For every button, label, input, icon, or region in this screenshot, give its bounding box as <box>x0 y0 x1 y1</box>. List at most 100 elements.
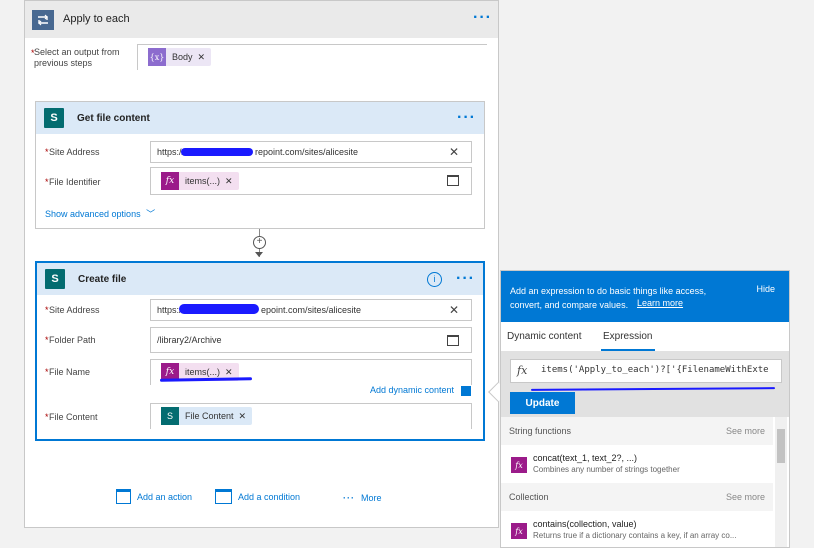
site-address-value-suffix: epoint.com/sites/alicesite <box>261 305 362 315</box>
tab-expression-underline <box>601 349 655 351</box>
create-file-header[interactable]: S Create file i ··· <box>37 263 483 295</box>
update-button[interactable]: Update <box>510 392 575 414</box>
function-name: contains(collection, value) <box>533 519 637 529</box>
learn-more-link[interactable]: Learn more <box>637 298 684 308</box>
file-identifier-label: File Identifier <box>49 177 101 187</box>
more-options-icon[interactable]: ··· <box>473 9 492 27</box>
add-dynamic-content-label: Add dynamic content <box>370 385 455 395</box>
file-content-token[interactable]: S File Content ✕ <box>161 407 253 425</box>
sharepoint-icon: S <box>44 108 64 128</box>
required-mark: * <box>45 177 49 187</box>
redaction-scribble <box>179 304 259 314</box>
body-token[interactable]: {x} Body ✕ <box>148 48 212 66</box>
insert-step-button[interactable]: + <box>253 236 266 249</box>
clear-icon[interactable]: ✕ <box>449 303 459 317</box>
more-dots-icon: ··· <box>343 493 355 503</box>
sharepoint-icon: S <box>45 269 65 289</box>
show-advanced-options-link[interactable]: Show advanced options ﹀ <box>45 207 155 220</box>
remove-token-icon[interactable]: ✕ <box>239 411 247 422</box>
site-address-input[interactable]: https:// epoint.com/sites/alicesite ✕ <box>150 299 472 321</box>
file-identifier-input[interactable]: fx items(...) ✕ <box>150 167 472 195</box>
folder-icon[interactable] <box>447 175 459 186</box>
remove-token-icon[interactable]: ✕ <box>225 367 233 378</box>
scrollbar-thumb[interactable] <box>777 429 785 463</box>
fx-icon: fx <box>517 364 528 377</box>
section-title: String functions <box>509 426 572 436</box>
add-condition-button[interactable]: Add a condition <box>215 489 300 504</box>
select-output-label: Select an output from previous steps <box>34 47 120 68</box>
info-icon[interactable]: i <box>427 271 443 287</box>
required-mark: * <box>45 305 49 315</box>
tab-dynamic-content[interactable]: Dynamic content <box>507 331 581 342</box>
panel-header: Add an expression to do basic things lik… <box>501 271 789 322</box>
required-mark: * <box>45 367 49 377</box>
more-options-icon[interactable]: ··· <box>456 270 475 288</box>
required-mark: * <box>45 147 49 157</box>
function-item[interactable]: fx concat(text_1, text_2?, ...) Combines… <box>501 445 773 483</box>
section-title: Collection <box>509 492 549 502</box>
add-action-button[interactable]: Add an action <box>116 489 192 504</box>
get-file-content-title: Get file content <box>77 112 150 124</box>
annotation-underline <box>530 387 776 391</box>
more-button[interactable]: ··· More <box>343 493 382 503</box>
items-token-label: items(...) <box>185 176 220 186</box>
fx-icon: fx <box>511 457 527 473</box>
folder-icon[interactable] <box>447 335 459 346</box>
function-description: Combines any number of strings together <box>533 465 680 474</box>
add-condition-label: Add a condition <box>238 491 301 502</box>
function-name: concat(text_1, text_2?, ...) <box>533 453 638 463</box>
site-address-value-suffix: repoint.com/sites/alicesite <box>255 147 359 157</box>
site-address-input[interactable]: https:// repoint.com/sites/alicesite ✕ <box>150 141 472 163</box>
apply-to-each-title: Apply to each <box>63 13 130 25</box>
see-more-link[interactable]: See more <box>726 426 765 436</box>
create-file-title: Create file <box>78 273 127 285</box>
site-address-label: Site Address <box>49 147 100 157</box>
panel-tabs: Dynamic content Expression <box>501 322 789 352</box>
items-token[interactable]: fx items(...) ✕ <box>161 172 239 190</box>
folder-path-value: /library2/Archive <box>157 335 222 345</box>
function-description: Returns true if a dictionary contains a … <box>533 531 737 540</box>
loop-icon <box>32 10 54 30</box>
section-header: Collection See more <box>501 483 773 511</box>
add-action-icon <box>116 489 131 504</box>
file-content-token-label: File Content <box>185 411 234 421</box>
remove-token-icon[interactable]: ✕ <box>225 176 233 187</box>
items-token-label: items(...) <box>185 367 220 377</box>
function-item[interactable]: fx contains(collection, value) Returns t… <box>501 511 773 547</box>
more-label: More <box>361 493 382 503</box>
folder-path-label: Folder Path <box>49 335 96 345</box>
chevron-down-icon: ﹀ <box>146 209 156 219</box>
body-token-label: Body <box>172 52 193 62</box>
file-name-label: File Name <box>49 367 91 377</box>
clear-icon[interactable]: ✕ <box>449 145 459 159</box>
get-file-content-header[interactable]: S Get file content ··· <box>36 102 484 134</box>
add-action-label: Add an action <box>137 491 193 502</box>
hide-button[interactable]: Hide <box>756 284 775 294</box>
fx-icon: fx <box>511 523 527 539</box>
add-condition-icon <box>215 489 232 504</box>
file-content-input[interactable]: S File Content ✕ <box>150 403 472 429</box>
file-content-label: File Content <box>49 412 98 422</box>
scrollbar[interactable] <box>775 417 787 547</box>
add-dynamic-icon <box>460 385 471 396</box>
apply-to-each-header[interactable]: Apply to each ··· <box>24 0 499 38</box>
see-more-link[interactable]: See more <box>726 492 765 502</box>
show-advanced-label: Show advanced options <box>45 209 141 219</box>
folder-path-input[interactable]: /library2/Archive <box>150 327 472 353</box>
variable-icon: {x} <box>148 48 166 66</box>
site-address-label: Site Address <box>49 305 100 315</box>
required-mark: * <box>45 335 49 345</box>
redaction-scribble <box>181 148 253 156</box>
remove-token-icon[interactable]: ✕ <box>198 52 206 63</box>
connector-arrow-icon <box>255 252 263 257</box>
expression-area: fx items('Apply_to_each')?['{FilenameWit… <box>501 352 789 417</box>
panel-header-text: Add an expression to do basic things lik… <box>510 286 707 310</box>
more-options-icon[interactable]: ··· <box>457 109 476 127</box>
tab-expression[interactable]: Expression <box>603 331 652 342</box>
expression-input[interactable]: fx items('Apply_to_each')?['{FilenameWit… <box>510 359 782 383</box>
site-address-value: https:// <box>157 147 185 157</box>
add-dynamic-content-link[interactable]: Add dynamic content <box>370 385 471 396</box>
update-label: Update <box>525 397 560 409</box>
fx-icon: fx <box>161 172 179 190</box>
dynamic-content-panel: Add an expression to do basic things lik… <box>500 270 790 548</box>
